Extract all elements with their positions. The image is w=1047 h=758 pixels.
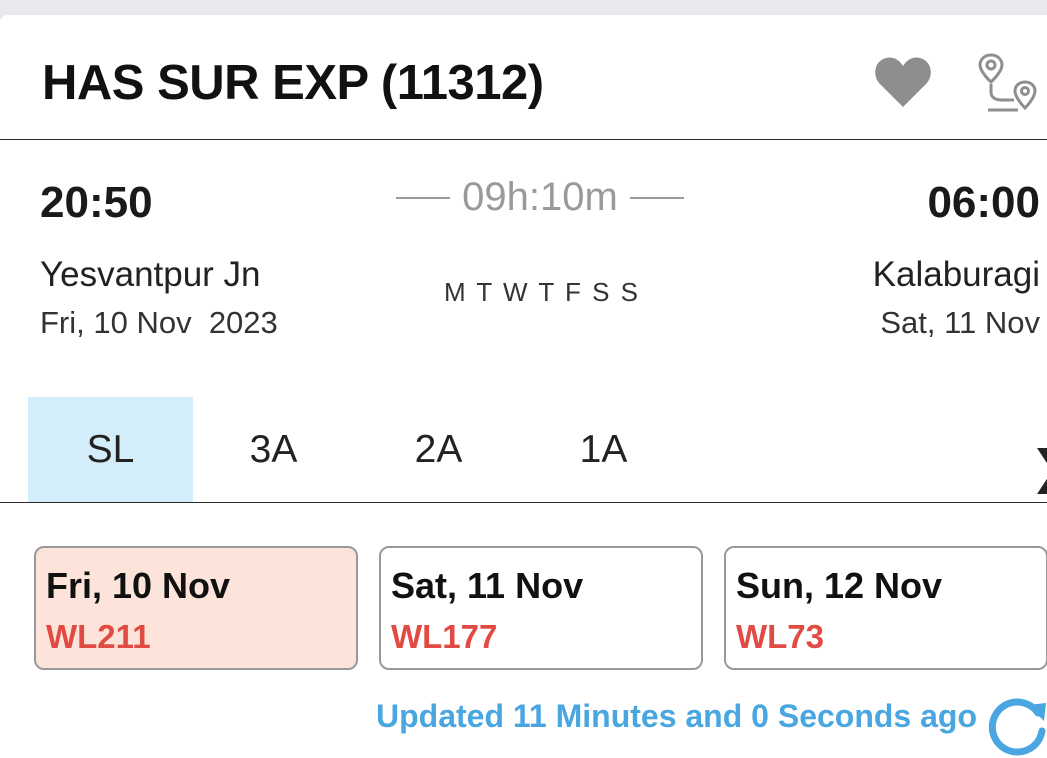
availability-card-2[interactable]: Sun, 12 Nov WL73 bbox=[724, 546, 1047, 670]
departure-time: 20:50 bbox=[40, 178, 153, 227]
class-tabs: SL 3A 2A 1A bbox=[0, 397, 1047, 503]
chevron-right-icon[interactable]: ❯ bbox=[1030, 440, 1047, 494]
train-title: HAS SUR EXP (11312) bbox=[42, 56, 544, 110]
last-updated-text: Updated 11 Minutes and 0 Seconds ago bbox=[375, 698, 977, 734]
duration-text: 09h:10m bbox=[462, 175, 618, 219]
heart-icon[interactable] bbox=[874, 55, 932, 109]
class-tab-sl[interactable]: SL bbox=[28, 397, 193, 502]
train-card: HAS SUR EXP (11312) 20:50 09h:10m 06:00 … bbox=[0, 15, 1047, 758]
run-days: M T W T F S S bbox=[444, 277, 640, 307]
journey-duration: 09h:10m bbox=[390, 175, 690, 220]
arrival-time: 06:00 bbox=[927, 178, 1040, 227]
availability-date: Fri, 10 Nov bbox=[46, 565, 231, 606]
route-map-icon[interactable] bbox=[978, 52, 1040, 114]
duration-line-left bbox=[396, 196, 451, 199]
availability-date: Sat, 11 Nov bbox=[391, 565, 584, 606]
availability-status: WL177 bbox=[391, 618, 498, 655]
class-tab-2a[interactable]: 2A bbox=[356, 397, 521, 502]
refresh-icon[interactable] bbox=[988, 693, 1047, 757]
to-station: Kalaburagi bbox=[872, 255, 1040, 294]
availability-card-1[interactable]: Sat, 11 Nov WL177 bbox=[379, 546, 703, 670]
availability-date: Sun, 12 Nov bbox=[736, 565, 943, 606]
from-station: Yesvantpur Jn bbox=[40, 255, 261, 294]
availability-card-0[interactable]: Fri, 10 Nov WL211 bbox=[34, 546, 358, 670]
arrival-date: Sat, 11 Nov bbox=[880, 305, 1040, 340]
duration-line-right bbox=[629, 196, 684, 199]
availability-status: WL73 bbox=[736, 618, 825, 655]
class-tab-1a[interactable]: 1A bbox=[521, 397, 686, 502]
departure-date: Fri, 10 Nov 2023 bbox=[40, 305, 278, 340]
class-tab-3a[interactable]: 3A bbox=[191, 397, 356, 502]
train-header: HAS SUR EXP (11312) bbox=[0, 15, 1047, 140]
availability-status: WL211 bbox=[46, 618, 151, 655]
